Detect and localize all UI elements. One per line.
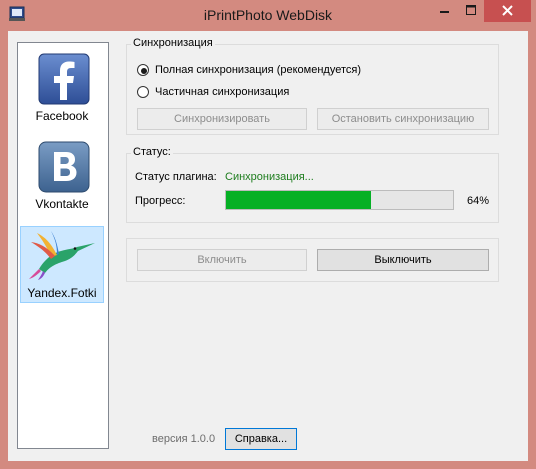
status-group: Статус: Статус плагина: Синхронизация...… bbox=[126, 146, 499, 223]
plugin-status-value: Синхронизация... bbox=[225, 171, 314, 183]
minimize-icon bbox=[440, 11, 449, 13]
full-sync-label: Полная синхронизация (рекомендуется) bbox=[155, 64, 361, 76]
radio-dot bbox=[141, 68, 147, 74]
close-icon bbox=[502, 5, 513, 16]
service-label: Yandex.Fotki bbox=[27, 286, 97, 300]
service-list: Facebook Vkontakte Yandex.Fotki bbox=[17, 42, 109, 449]
service-item-facebook[interactable]: Facebook bbox=[20, 53, 104, 125]
service-item-yandex-fotki[interactable]: Yandex.Fotki bbox=[20, 226, 104, 303]
vkontakte-icon bbox=[38, 141, 90, 193]
progress-percent: 64% bbox=[467, 195, 490, 207]
window-client-area: Facebook Vkontakte Yandex.Fotki Синхрони… bbox=[8, 31, 528, 461]
hummingbird-icon bbox=[29, 231, 95, 280]
help-button[interactable]: Справка... bbox=[225, 428, 297, 450]
facebook-icon bbox=[38, 53, 90, 105]
close-button[interactable] bbox=[484, 0, 531, 22]
maximize-button[interactable] bbox=[458, 0, 484, 22]
progress-fill bbox=[226, 191, 372, 209]
sync-group: Синхронизация Полная синхронизация (реко… bbox=[126, 37, 499, 135]
action-group: Включить Выключить bbox=[126, 238, 499, 282]
progress-label: Прогресс: bbox=[135, 195, 186, 207]
disable-button[interactable]: Выключить bbox=[317, 249, 489, 271]
radio-circle bbox=[137, 86, 149, 98]
progress-bar bbox=[225, 190, 454, 210]
plugin-status-label: Статус плагина: bbox=[135, 171, 217, 183]
status-group-title: Статус: bbox=[131, 146, 173, 158]
service-item-vkontakte[interactable]: Vkontakte bbox=[20, 141, 104, 213]
version-label: версия 1.0.0 bbox=[152, 433, 216, 445]
maximize-icon bbox=[466, 5, 476, 15]
radio-circle bbox=[137, 64, 149, 76]
minimize-button[interactable] bbox=[431, 0, 458, 22]
app-window: iPrintPhoto WebDisk Facebook Vkontakte Y… bbox=[0, 0, 536, 469]
stop-sync-button[interactable]: Остановить синхронизацию bbox=[317, 108, 489, 130]
enable-button[interactable]: Включить bbox=[137, 249, 307, 271]
sync-button[interactable]: Синхронизировать bbox=[137, 108, 307, 130]
title-bar[interactable]: iPrintPhoto WebDisk bbox=[0, 0, 536, 30]
service-label: Facebook bbox=[35, 109, 89, 123]
partial-sync-label: Частичная синхронизация bbox=[155, 86, 290, 98]
service-label: Vkontakte bbox=[35, 197, 89, 211]
sync-group-title: Синхронизация bbox=[131, 37, 215, 49]
